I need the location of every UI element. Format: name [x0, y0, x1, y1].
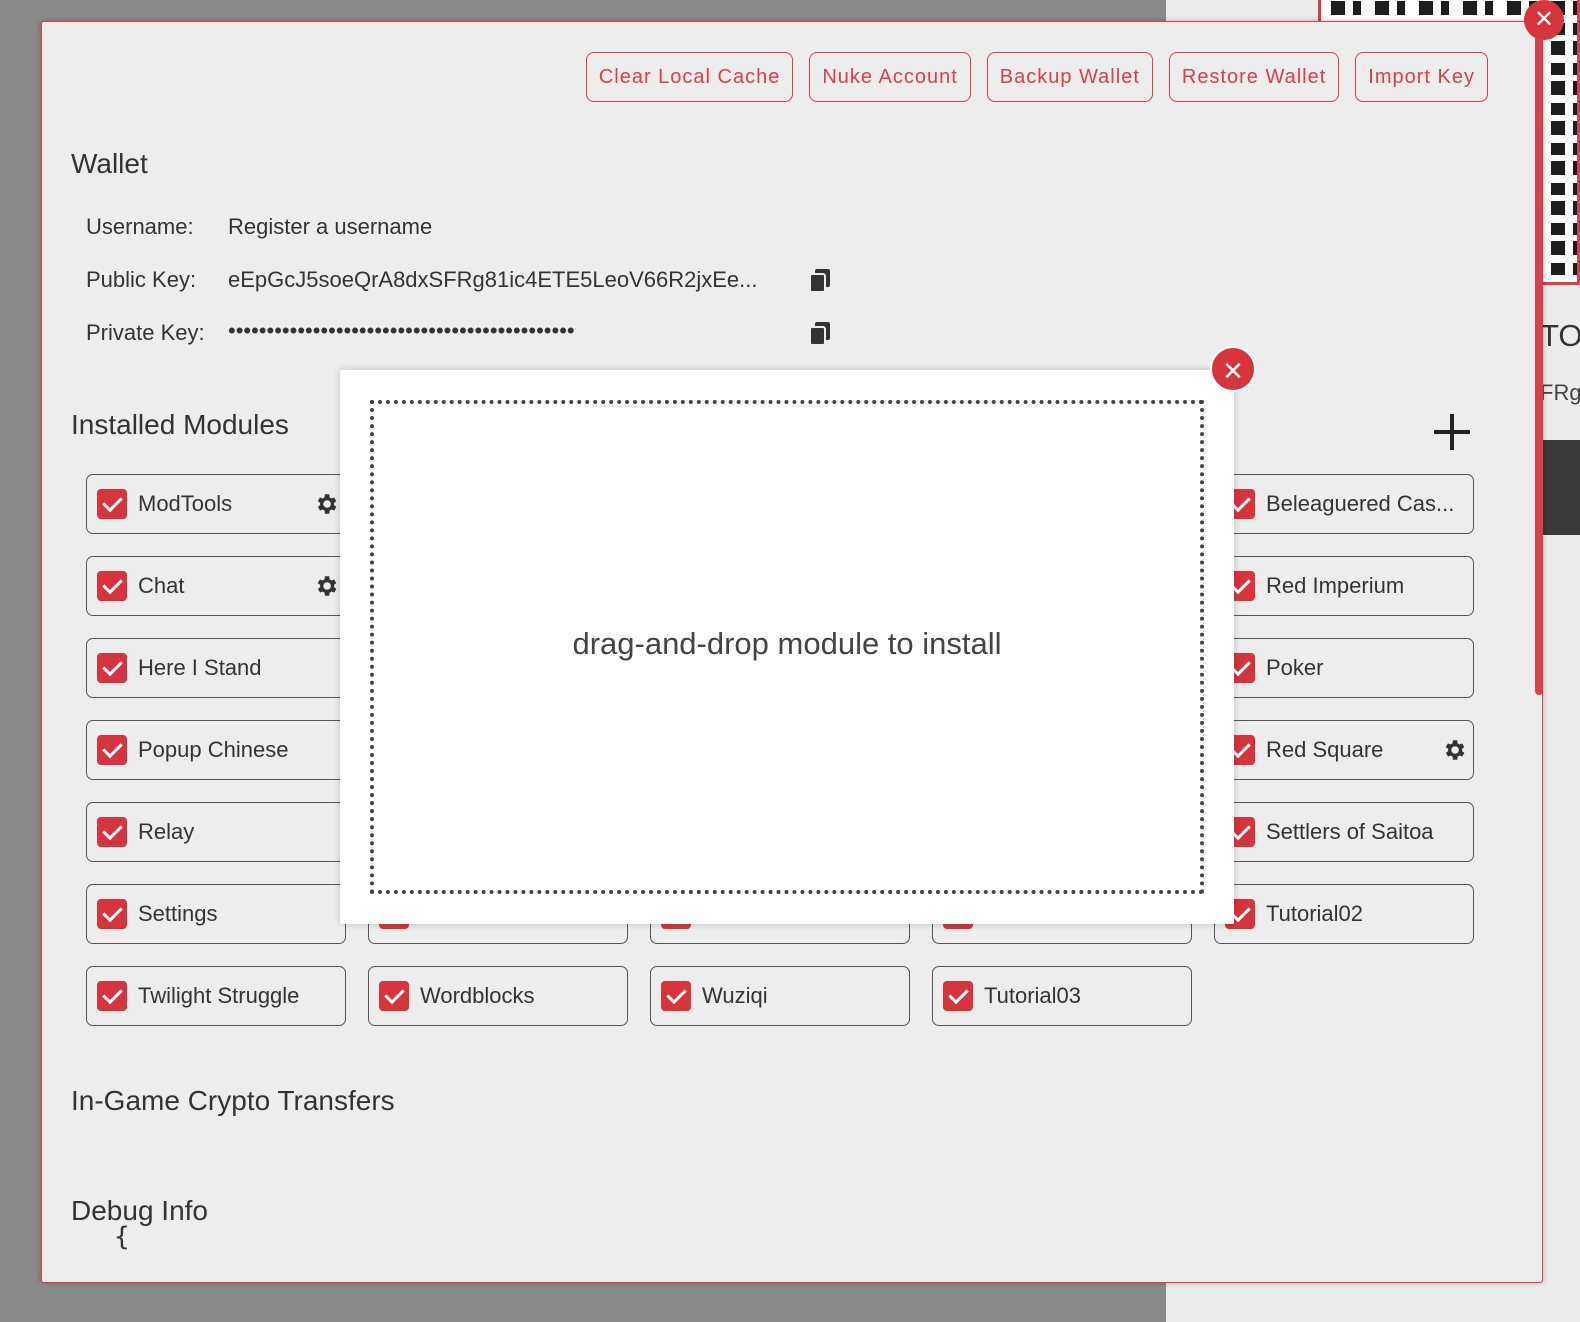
- module-red-square: Red Square: [1214, 720, 1474, 780]
- module-label: Here I Stand: [138, 655, 262, 680]
- crypto-transfers-heading: In-Game Crypto Transfers: [71, 1085, 395, 1116]
- module-checkbox[interactable]: [97, 735, 127, 765]
- restore-wallet-button[interactable]: Restore Wallet: [1168, 52, 1340, 102]
- module-modtools: ModTools: [86, 474, 346, 534]
- module-wordblocks: Wordblocks: [368, 966, 628, 1026]
- toolbar: Clear Local Cache Nuke Account Backup Wa…: [585, 52, 1488, 102]
- module-label: Wordblocks: [420, 983, 535, 1008]
- dialog-close-icon[interactable]: ✕: [1210, 346, 1256, 392]
- module-checkbox[interactable]: [943, 981, 973, 1011]
- module-checkbox[interactable]: [379, 981, 409, 1011]
- module-label: Chat: [138, 573, 185, 598]
- background-text: FRg: [1540, 380, 1580, 405]
- module-checkbox[interactable]: [97, 571, 127, 601]
- scrollbar[interactable]: [1535, 30, 1543, 695]
- nuke-account-button[interactable]: Nuke Account: [809, 52, 971, 102]
- module-label: Red Imperium: [1266, 573, 1405, 598]
- copy-public-key-icon[interactable]: [808, 268, 832, 294]
- add-module-icon[interactable]: [1432, 412, 1472, 452]
- copy-private-key-icon[interactable]: [808, 321, 832, 347]
- module-chat: Chat: [86, 556, 346, 616]
- module-beleaguered-castle: Beleaguered Cas...: [1214, 474, 1474, 534]
- close-overlay-icon[interactable]: ✕: [1524, 0, 1564, 40]
- module-dropzone[interactable]: drag-and-drop module to install: [370, 400, 1204, 894]
- settings-overlay: Clear Local Cache Nuke Account Backup Wa…: [41, 21, 1543, 1283]
- module-label: Poker: [1266, 655, 1324, 680]
- private-key-value: ••••••••••••••••••••••••••••••••••••••••…: [228, 318, 575, 343]
- username-value[interactable]: Register a username: [228, 214, 432, 240]
- module-label: Beleaguered Cas...: [1266, 491, 1455, 516]
- installed-modules-heading: Installed Modules: [71, 409, 289, 440]
- gear-icon[interactable]: [313, 491, 339, 517]
- module-checkbox[interactable]: [97, 899, 127, 929]
- module-tutorial03: Tutorial03: [932, 966, 1192, 1026]
- module-label: Relay: [138, 819, 195, 844]
- module-checkbox[interactable]: [97, 653, 127, 683]
- username-label: Username:: [86, 214, 194, 239]
- module-tutorial02: Tutorial02: [1214, 884, 1474, 944]
- module-relay: Relay: [86, 802, 346, 862]
- module-label: Tutorial03: [984, 983, 1082, 1008]
- gear-icon[interactable]: [313, 573, 339, 599]
- dropzone-label: drag-and-drop module to install: [572, 626, 1002, 661]
- backup-wallet-button[interactable]: Backup Wallet: [986, 52, 1153, 102]
- module-settings: Settings: [86, 884, 346, 944]
- clear-cache-button[interactable]: Clear Local Cache: [585, 52, 794, 102]
- module-here-i-stand: Here I Stand: [86, 638, 346, 698]
- module-checkbox[interactable]: [97, 981, 127, 1011]
- wallet-heading: Wallet: [71, 148, 148, 179]
- module-label: Wuziqi: [702, 983, 768, 1008]
- module-label: Settings: [138, 901, 218, 926]
- module-label: Red Square: [1266, 737, 1384, 762]
- module-label: Twilight Struggle: [138, 983, 300, 1008]
- public-key-value: eEpGcJ5soeQrA8dxSFRg81ic4ETE5LeoV66R2jxE…: [228, 267, 758, 292]
- module-checkbox[interactable]: [97, 489, 127, 519]
- import-key-button[interactable]: Import Key: [1355, 52, 1488, 102]
- module-settlers-of-saitoa: Settlers of Saitoa: [1214, 802, 1474, 862]
- module-label: Popup Chinese: [138, 737, 289, 762]
- debug-json: {: [114, 1222, 130, 1252]
- module-twilight-struggle: Twilight Struggle: [86, 966, 346, 1026]
- module-checkbox[interactable]: [661, 981, 691, 1011]
- module-label: ModTools: [138, 491, 233, 516]
- background-bar: [1543, 440, 1580, 535]
- module-red-imperium: Red Imperium: [1214, 556, 1474, 616]
- module-popup-chinese: Popup Chinese: [86, 720, 346, 780]
- module-label: Tutorial02: [1266, 901, 1364, 926]
- public-key-label: Public Key:: [86, 267, 197, 292]
- install-module-dialog: drag-and-drop module to install: [340, 370, 1234, 924]
- gear-icon[interactable]: [1441, 737, 1467, 763]
- module-wuziqi: Wuziqi: [650, 966, 910, 1026]
- module-poker: Poker: [1214, 638, 1474, 698]
- private-key-label: Private Key:: [86, 320, 205, 345]
- background-heading: TO: [1540, 318, 1580, 353]
- debug-info-heading: Debug Info: [71, 1195, 208, 1226]
- module-checkbox[interactable]: [97, 817, 127, 847]
- module-label: Settlers of Saitoa: [1266, 819, 1434, 844]
